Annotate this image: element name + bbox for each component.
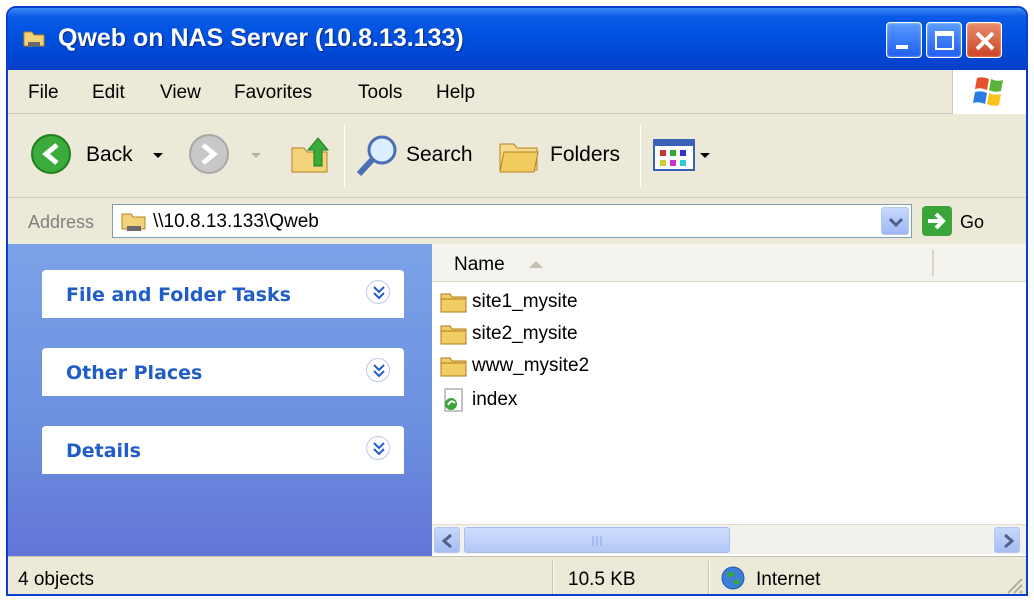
status-bar: 4 objects 10.5 KB Internet (8, 556, 1026, 595)
web-page-icon (444, 388, 463, 412)
folders-icon (499, 143, 539, 173)
folder-icon (440, 293, 467, 313)
file-name: www_mysite2 (472, 355, 590, 376)
views-icon (653, 139, 710, 171)
file-list-item[interactable]: site2_mysite (440, 320, 840, 350)
menu-view[interactable]: View (160, 82, 201, 104)
go-arrow-icon (928, 212, 946, 230)
file-list-pane: Name site1_mysite site2_mysite www_mysit… (432, 244, 1026, 556)
chevron-left-icon (441, 533, 452, 549)
address-bar: Address \\10.8.13.133\Qweb Go (8, 198, 1026, 244)
status-separator (552, 561, 554, 594)
status-separator (708, 561, 710, 594)
back-label: Back (86, 143, 133, 166)
address-label: Address (28, 212, 95, 232)
network-folder-icon (23, 31, 45, 47)
file-folder-tasks-panel[interactable]: File and Folder Tasks (42, 270, 404, 318)
menu-bar: File Edit View Favorites Tools Help (8, 70, 1026, 114)
status-zone: Internet (756, 569, 821, 590)
expand-chevron-icon[interactable] (366, 358, 390, 382)
back-arrow-icon (31, 134, 71, 174)
maximize-button[interactable] (926, 22, 962, 58)
scroll-right-button[interactable] (994, 527, 1020, 553)
forward-button[interactable] (186, 132, 276, 178)
menu-favorites[interactable]: Favorites (234, 82, 312, 104)
horizontal-scrollbar[interactable] (432, 524, 1026, 554)
search-label: Search (406, 143, 473, 166)
close-button[interactable] (966, 22, 1002, 58)
grip-icon (592, 536, 602, 546)
toolbar: Back Search Folders (8, 114, 1026, 198)
file-list-item[interactable]: site1_mysite (440, 288, 840, 318)
internet-globe-icon (721, 566, 745, 590)
windows-logo (952, 70, 1026, 114)
menu-edit[interactable]: Edit (92, 82, 125, 104)
file-name: site1_mysite (472, 291, 578, 312)
go-button[interactable] (922, 206, 952, 236)
task-section-title: File and Folder Tasks (66, 284, 291, 306)
go-label[interactable]: Go (960, 212, 984, 233)
menu-help[interactable]: Help (436, 82, 475, 104)
folders-button[interactable]: Folders (496, 130, 626, 180)
task-section-title: Details (66, 440, 141, 462)
up-folder-button[interactable] (288, 132, 334, 178)
close-icon (975, 31, 995, 51)
window-title: Qweb on NAS Server (10.8.13.133) (58, 24, 464, 52)
maximize-icon (935, 31, 954, 50)
scroll-thumb[interactable] (464, 527, 730, 553)
minimize-button[interactable] (886, 22, 922, 58)
network-folder-icon (121, 213, 146, 231)
other-places-panel[interactable]: Other Places (42, 348, 404, 396)
status-size: 10.5 KB (568, 569, 636, 590)
menu-tools[interactable]: Tools (358, 82, 402, 104)
chevron-right-icon (1004, 533, 1015, 549)
file-list-item[interactable]: index (440, 386, 840, 416)
folder-icon (440, 357, 467, 377)
search-button[interactable]: Search (354, 130, 480, 180)
resize-grip-icon[interactable] (1004, 575, 1024, 595)
expand-chevron-icon[interactable] (366, 280, 390, 304)
address-dropdown-button[interactable] (881, 207, 909, 235)
toolbar-separator (344, 124, 345, 188)
windows-flag-icon (973, 77, 1003, 106)
column-name-label: Name (454, 254, 505, 275)
explorer-window: Qweb on NAS Server (10.8.13.133) File Ed… (6, 6, 1028, 596)
status-object-count: 4 objects (18, 569, 95, 590)
chevron-down-icon (888, 217, 904, 228)
task-pane: File and Folder Tasks Other Places Detai… (8, 244, 432, 556)
folder-icon (440, 325, 467, 345)
scroll-left-button[interactable] (434, 527, 460, 553)
folders-label: Folders (550, 143, 621, 166)
task-section-title: Other Places (66, 362, 203, 384)
toolbar-separator (640, 124, 641, 188)
views-button[interactable] (652, 136, 716, 176)
chevron-down-icon (153, 153, 163, 158)
file-name: index (472, 389, 518, 410)
back-button[interactable]: Back (30, 132, 180, 178)
menu-file[interactable]: File (28, 82, 59, 104)
forward-arrow-icon (189, 134, 229, 174)
address-value: \\10.8.13.133\Qweb (153, 211, 319, 232)
address-input[interactable]: \\10.8.13.133\Qweb (112, 204, 912, 238)
up-folder-icon (291, 137, 330, 173)
title-bar[interactable]: Qweb on NAS Server (10.8.13.133) (8, 8, 1026, 70)
file-name: site2_mysite (472, 323, 578, 344)
minimize-icon (896, 45, 908, 49)
expand-chevron-icon[interactable] (366, 436, 390, 460)
chevron-down-icon (251, 153, 261, 158)
name-column-header[interactable]: Name (432, 244, 1026, 282)
search-icon (356, 135, 397, 177)
details-panel[interactable]: Details (42, 426, 404, 474)
column-divider[interactable] (932, 250, 934, 276)
file-list-item[interactable]: www_mysite2 (440, 352, 840, 382)
sort-ascending-icon (529, 261, 543, 268)
